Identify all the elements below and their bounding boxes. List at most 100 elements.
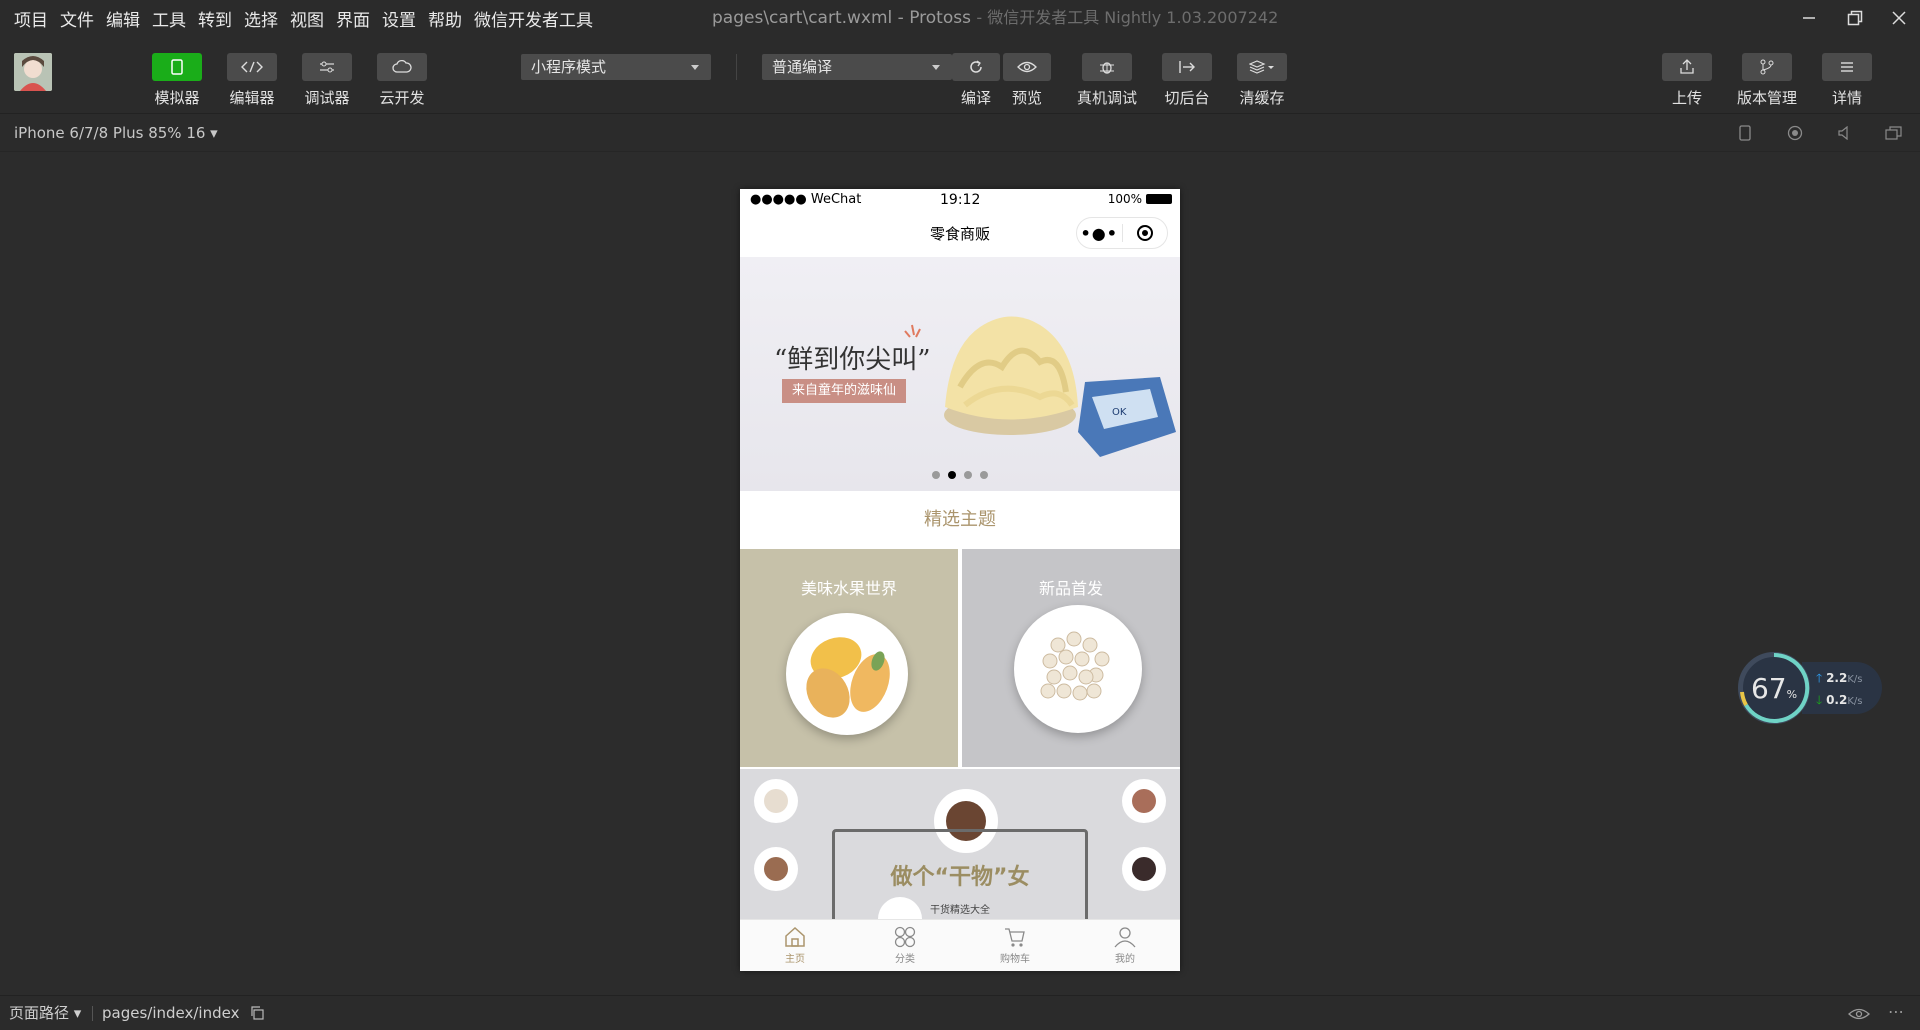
branch-icon bbox=[1760, 59, 1774, 75]
window-title-main: pages\cart\cart.wxml - Protoss bbox=[712, 8, 971, 28]
tab-cart[interactable]: 购物车 bbox=[960, 920, 1070, 971]
simulator-box bbox=[152, 53, 202, 81]
toolbar: 模拟器 编辑器 调试器 云开发 小程序模式 普通编译 编译 预览 真机调试 切后… bbox=[0, 36, 1920, 114]
detach-button[interactable] bbox=[1884, 124, 1904, 142]
theme-card-fruit[interactable]: 美味水果世界 bbox=[740, 549, 958, 767]
theme-title: 美味水果世界 bbox=[800, 579, 897, 598]
download-unit: K/s bbox=[1847, 696, 1863, 707]
page-path-dropdown[interactable]: 页面路径 ▾ bbox=[9, 996, 81, 1030]
preview-button[interactable]: 预览 bbox=[997, 53, 1057, 108]
menu-devtools[interactable]: 微信开发者工具 bbox=[474, 6, 593, 31]
phone-simulator: ●●●●● WeChat 19:12 100% 零食商贩 •●• OK “鲜到你… bbox=[740, 189, 1180, 971]
target-icon bbox=[1136, 225, 1153, 241]
banner-swiper[interactable]: OK “鲜到你尖叫” 来自童年的滋味仙 bbox=[740, 257, 1180, 491]
banner-dot[interactable] bbox=[932, 471, 940, 479]
battery: 100% bbox=[1108, 192, 1172, 206]
menu-file[interactable]: 文件 bbox=[60, 6, 94, 31]
sliders-icon bbox=[320, 61, 334, 73]
page-path-value: pages/index/index bbox=[102, 996, 264, 1030]
avatar[interactable] bbox=[14, 53, 52, 91]
tab-label: 我的 bbox=[1115, 954, 1135, 965]
version-button[interactable]: 版本管理 bbox=[1737, 53, 1797, 108]
upload-box bbox=[1662, 53, 1712, 81]
copy-icon[interactable] bbox=[250, 1006, 264, 1020]
clear-cache-box bbox=[1237, 53, 1287, 81]
net-speed-panel: 🡑 2.2K/s 🡓 0.2K/s bbox=[1802, 662, 1882, 714]
user-icon bbox=[1114, 927, 1136, 948]
menu-goto[interactable]: 转到 bbox=[198, 6, 232, 31]
cpu-gauge: 67% bbox=[1738, 652, 1810, 724]
promo-banner[interactable]: 做个“干物”女 干货精选大全 bbox=[740, 769, 1180, 919]
layers-icon bbox=[1249, 60, 1274, 74]
banner-dot[interactable] bbox=[964, 471, 972, 479]
banner-headline: “鲜到你尖叫” bbox=[774, 345, 931, 375]
exit-button[interactable] bbox=[1123, 224, 1168, 242]
maximize-button[interactable] bbox=[1832, 0, 1878, 36]
menu-interface[interactable]: 界面 bbox=[336, 6, 370, 31]
real-debug-button[interactable]: 真机调试 bbox=[1077, 53, 1137, 108]
debugger-button[interactable]: 调试器 bbox=[297, 53, 357, 108]
menu-help[interactable]: 帮助 bbox=[428, 6, 462, 31]
menu-bar: 项目 文件 编辑 工具 转到 选择 视图 界面 设置 帮助 微信开发者工具 bbox=[14, 0, 605, 36]
menu-tools[interactable]: 工具 bbox=[152, 6, 186, 31]
real-debug-label: 真机调试 bbox=[1077, 89, 1138, 107]
refresh-icon bbox=[970, 60, 982, 73]
more-icon[interactable]: •●• bbox=[1077, 224, 1122, 243]
menu-edit[interactable]: 编辑 bbox=[106, 6, 140, 31]
device-select[interactable]: iPhone 6/7/8 Plus 85% 16 ▾ bbox=[14, 114, 218, 152]
close-button[interactable] bbox=[1876, 0, 1920, 36]
restore-icon bbox=[1847, 10, 1863, 26]
cart-icon bbox=[1005, 928, 1025, 947]
cloud-icon bbox=[392, 60, 412, 73]
clear-cache-button[interactable]: 清缓存 bbox=[1232, 53, 1292, 108]
gauge-unit: % bbox=[1786, 688, 1798, 701]
details-button[interactable]: 详情 bbox=[1817, 53, 1877, 108]
windows-icon bbox=[1885, 126, 1902, 140]
banner-dot-active[interactable] bbox=[948, 471, 956, 479]
code-icon bbox=[241, 61, 263, 73]
chevron-down-icon bbox=[932, 65, 940, 70]
eye-icon bbox=[1848, 1008, 1870, 1020]
rotate-button[interactable] bbox=[1735, 124, 1755, 142]
editor-button[interactable]: 编辑器 bbox=[222, 53, 282, 108]
theme-card-new[interactable]: 新品首发 bbox=[962, 549, 1180, 767]
more-options-icon[interactable]: ⋯ bbox=[1888, 1002, 1904, 1021]
minimize-button[interactable] bbox=[1786, 0, 1832, 36]
record-button[interactable] bbox=[1785, 124, 1805, 142]
upload-speed: 🡑 2.2K/s bbox=[1816, 669, 1862, 690]
phone-outline-icon bbox=[1739, 125, 1751, 141]
arrow-down-icon: 🡓 bbox=[1816, 693, 1823, 707]
simulator-label: 模拟器 bbox=[154, 89, 200, 107]
tab-category[interactable]: 分类 bbox=[850, 920, 960, 971]
background-label: 切后台 bbox=[1164, 89, 1210, 107]
clear-cache-label: 清缓存 bbox=[1239, 89, 1285, 107]
simulator-button[interactable]: 模拟器 bbox=[147, 53, 207, 108]
mode-select[interactable]: 小程序模式 bbox=[521, 54, 711, 80]
status-time: 19:12 bbox=[940, 192, 981, 208]
menu-settings[interactable]: 设置 bbox=[382, 6, 416, 31]
window-title-sub: - 微信开发者工具 Nightly 1.03.2007242 bbox=[976, 8, 1279, 27]
compile-select-value: 普通编译 bbox=[772, 58, 833, 76]
menu-select[interactable]: 选择 bbox=[244, 6, 278, 31]
tab-home[interactable]: 主页 bbox=[740, 920, 850, 971]
preview-eye-button[interactable] bbox=[1848, 1006, 1870, 1025]
theme-plate bbox=[1014, 605, 1142, 733]
sound-button[interactable] bbox=[1834, 124, 1854, 142]
menu-project[interactable]: 项目 bbox=[14, 6, 48, 31]
tab-mine[interactable]: 我的 bbox=[1070, 920, 1180, 971]
compile-select[interactable]: 普通编译 bbox=[762, 54, 952, 80]
compile-label: 编译 bbox=[960, 89, 991, 107]
upload-button[interactable]: 上传 bbox=[1657, 53, 1717, 108]
version-label: 版本管理 bbox=[1737, 89, 1798, 107]
bottom-status-bar: 页面路径 ▾ pages/index/index ⋯ bbox=[0, 995, 1920, 1030]
details-box bbox=[1822, 53, 1872, 81]
mode-select-value: 小程序模式 bbox=[531, 58, 607, 76]
menu-view[interactable]: 视图 bbox=[290, 6, 324, 31]
battery-icon bbox=[1146, 194, 1172, 204]
background-button[interactable]: 切后台 bbox=[1157, 53, 1217, 108]
editor-label: 编辑器 bbox=[229, 89, 275, 107]
banner-dot[interactable] bbox=[980, 471, 988, 479]
network-monitor[interactable]: 🡑 2.2K/s 🡓 0.2K/s 67% bbox=[1738, 652, 1886, 724]
cloud-button[interactable]: 云开发 bbox=[372, 53, 432, 108]
banner-tag: 来自童年的滋味仙 bbox=[782, 379, 907, 403]
